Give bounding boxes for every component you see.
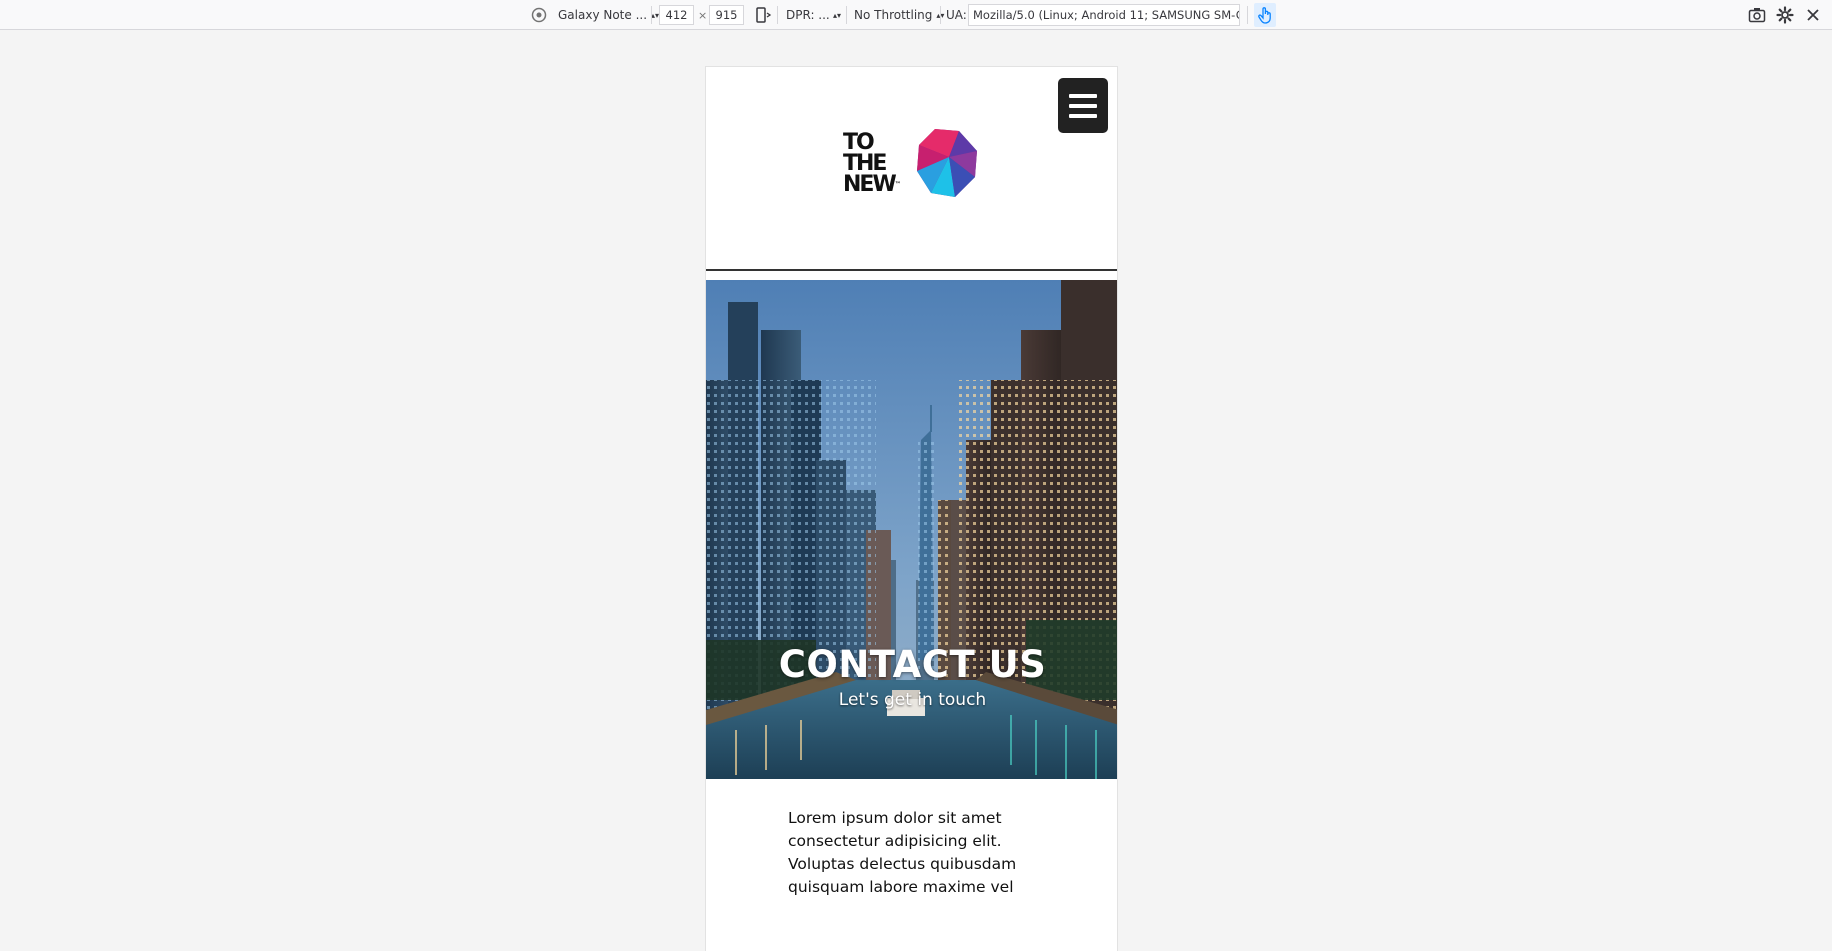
device-viewport: TO THE NEW™ CONTACT US Let's get in touc… bbox=[705, 66, 1118, 951]
device-selector-label: Galaxy Note ... bbox=[558, 8, 648, 22]
dimension-separator: × bbox=[698, 8, 708, 22]
hamburger-bar bbox=[1069, 113, 1097, 118]
throttling-label: No Throttling bbox=[854, 8, 933, 22]
user-agent-input[interactable]: Mozilla/5.0 (Linux; Android 11; SAMSUNG … bbox=[968, 4, 1240, 26]
toolbar-divider bbox=[1247, 6, 1248, 24]
device-selector-icon bbox=[531, 0, 547, 30]
site-logo[interactable]: TO THE NEW™ bbox=[843, 125, 983, 201]
logo-line: THE bbox=[843, 150, 887, 176]
toolbar-divider bbox=[651, 6, 652, 24]
settings-icon[interactable] bbox=[1776, 0, 1794, 30]
screenshot-icon[interactable] bbox=[1748, 0, 1766, 30]
intro-paragraph: Lorem ipsum dolor sit amet consectetur a… bbox=[788, 809, 1017, 896]
toolbar-divider bbox=[846, 6, 847, 24]
logo-gem-icon bbox=[917, 129, 977, 197]
logo-line: NEW™ bbox=[843, 171, 901, 197]
responsive-design-toolbar: Galaxy Note ... ▴▾ 412 × 915 DPR: ... ▴▾ N… bbox=[0, 0, 1832, 30]
hamburger-bar bbox=[1069, 93, 1097, 98]
chevron-updown-icon: ▴▾ bbox=[651, 10, 660, 20]
dpr-selector[interactable]: DPR: ... ▴▾ bbox=[786, 0, 841, 30]
hamburger-icon[interactable] bbox=[1058, 78, 1108, 133]
hamburger-bar bbox=[1069, 103, 1097, 108]
dpr-label: DPR: ... bbox=[786, 8, 830, 22]
chevron-updown-icon: ▴▾ bbox=[832, 10, 841, 20]
viewport-width-input[interactable]: 412 bbox=[659, 5, 694, 25]
device-selector[interactable]: Galaxy Note ... ▴▾ bbox=[558, 0, 659, 30]
logo-wordmark: TO THE NEW™ bbox=[843, 129, 915, 197]
touch-simulation-icon[interactable] bbox=[1254, 3, 1276, 27]
toolbar-divider bbox=[940, 6, 941, 24]
toolbar-divider bbox=[777, 6, 778, 24]
rotate-icon[interactable] bbox=[754, 0, 772, 30]
hero-subtitle: Let's get in touch bbox=[838, 690, 987, 710]
hero-banner: CONTACT US Let's get in touch bbox=[706, 280, 1117, 779]
throttling-selector[interactable]: No Throttling▴▾ bbox=[854, 0, 944, 30]
logo-line: TO bbox=[843, 129, 875, 155]
user-agent-label: UA: bbox=[946, 8, 967, 22]
hero-title: CONTACT US bbox=[778, 643, 1047, 686]
viewport-height-input[interactable]: 915 bbox=[709, 5, 744, 25]
close-icon[interactable] bbox=[1806, 0, 1820, 30]
site-header: TO THE NEW™ bbox=[706, 67, 1117, 271]
